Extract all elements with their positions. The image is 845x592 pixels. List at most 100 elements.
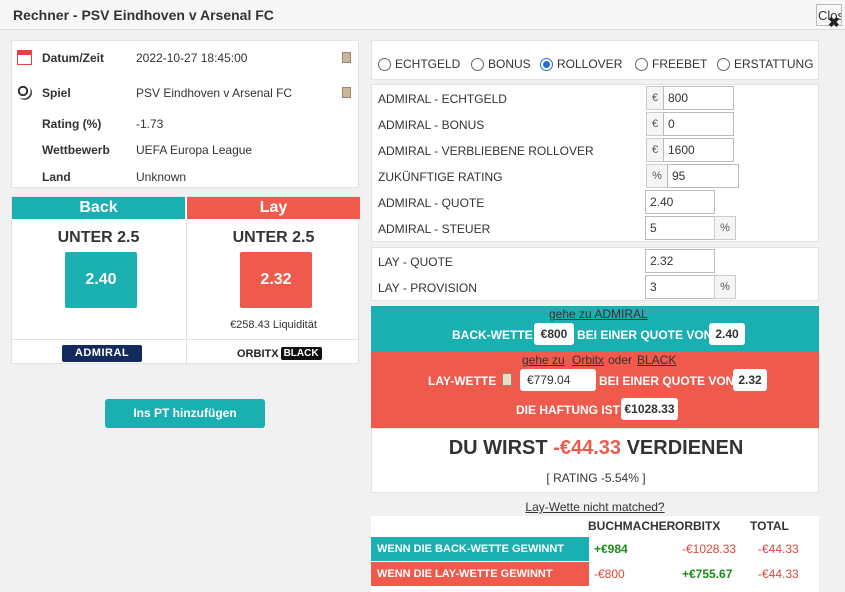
- liability-label: DIE HAFTUNG IST: [516, 403, 620, 417]
- orbitx-wordmark: ORBITX: [237, 347, 279, 360]
- back-odds[interactable]: 2.40: [65, 252, 137, 308]
- back-quote-input[interactable]: 2.40: [645, 190, 715, 214]
- back-bet-instruction: gehe zu ADMIRAL BACK-WETTE €800 BEI EINE…: [371, 306, 819, 352]
- lay-stake[interactable]: €779.04: [520, 369, 596, 391]
- radio-bonus[interactable]: BONUS: [471, 57, 531, 71]
- profit-prefix: DU WIRST: [448, 437, 548, 459]
- lay-header: Lay: [187, 197, 360, 219]
- title-bar: Rechner - PSV Eindhoven v Arsenal FC Clo…: [0, 0, 845, 30]
- row-label-lay-wins: WENN DIE LAY-WETTE GEWINNT: [371, 562, 589, 586]
- info-row-date: Datum/Zeit 2022-10-27 18:45:00: [12, 48, 360, 68]
- info-row-country: Land Unknown: [12, 167, 360, 187]
- profit-summary: DU WIRST -€44.33 VERDIENEN: [372, 437, 820, 460]
- cell-total: -€44.33: [758, 567, 799, 581]
- info-value: UEFA Europa League: [136, 143, 253, 157]
- radio-label: ECHTGELD: [395, 57, 461, 71]
- info-label: Rating (%): [42, 117, 102, 131]
- orbitx-logo[interactable]: ORBITX BLACK: [237, 345, 322, 362]
- goto-link-prefix: gehe zu: [522, 353, 565, 367]
- info-row-competition: Wettbewerb UEFA Europa League: [12, 140, 360, 160]
- copy-icon[interactable]: [342, 87, 351, 98]
- percent-addon: %: [714, 216, 736, 240]
- goto-orbitx-link[interactable]: Orbitx: [572, 353, 604, 367]
- col-header-exchange: ORBITX: [675, 519, 721, 533]
- back-stake[interactable]: €800: [534, 323, 574, 345]
- radio-label: ERSTATTUNG: [734, 57, 814, 71]
- dialog-title: Rechner - PSV Eindhoven v Arsenal FC: [13, 7, 274, 23]
- back-lay-panel: Back Lay UNTER 2.5 UNTER 2.5 2.40 2.32 €…: [11, 196, 360, 365]
- cell-bookmaker: +€984: [594, 542, 628, 556]
- cell-total: -€44.33: [758, 542, 799, 556]
- lay-form: LAY - QUOTE 2.32 LAY - PROVISION 3 %: [371, 247, 819, 301]
- lay-odds[interactable]: 2.32: [240, 252, 312, 308]
- bonus-input[interactable]: 0: [663, 112, 734, 136]
- cell-bookmaker: -€800: [594, 567, 625, 581]
- copy-icon[interactable]: [342, 52, 351, 63]
- black-badge: BLACK: [280, 347, 322, 360]
- bonus-label: ADMIRAL - BONUS: [378, 118, 485, 132]
- info-value: -1.73: [136, 117, 164, 131]
- rollover-input[interactable]: 1600: [663, 138, 734, 162]
- lay-bet-instruction: gehe zu Orbitx oder BLACK LAY-WETTE €779…: [371, 352, 819, 428]
- profit-amount: -€44.33: [553, 437, 622, 459]
- tax-input[interactable]: 5: [645, 216, 715, 240]
- back-bet-odds[interactable]: 2.40: [709, 323, 745, 345]
- admiral-logo[interactable]: ADMIRAL: [62, 345, 142, 362]
- radio-label: ROLLOVER: [557, 57, 623, 71]
- event-info-panel: Datum/Zeit 2022-10-27 18:45:00 Spiel PSV…: [11, 40, 359, 188]
- provision-input[interactable]: 3: [645, 275, 715, 299]
- divider: [12, 339, 360, 340]
- link-or: oder: [608, 353, 633, 367]
- col-header-bookmaker: BUCHMACHER: [588, 519, 676, 533]
- back-bet-prefix: BACK-WETTE: [452, 328, 533, 342]
- radio-button[interactable]: [378, 57, 391, 71]
- rollover-label: ADMIRAL - VERBLIEBENE ROLLOVER: [378, 144, 594, 158]
- result-rating: [ RATING -5.54% ]: [546, 471, 646, 485]
- info-row-rating: Rating (%) -1.73: [12, 114, 360, 134]
- echtgeld-input[interactable]: 800: [663, 86, 734, 110]
- lay-liquidity: €258.43 Liquidität: [230, 319, 317, 331]
- radio-echtgeld[interactable]: ECHTGELD: [378, 57, 460, 71]
- lay-quote-label: LAY - QUOTE: [378, 255, 453, 269]
- info-row-game: Spiel PSV Eindhoven v Arsenal FC: [12, 83, 360, 103]
- radio-rollover[interactable]: ROLLOVER: [540, 57, 622, 71]
- quote-label: ADMIRAL - QUOTE: [378, 196, 485, 210]
- currency-addon: €: [646, 138, 664, 162]
- tax-label: ADMIRAL - STEUER: [378, 222, 491, 236]
- result-panel: DU WIRST -€44.33 VERDIENEN [ RATING -5.5…: [371, 428, 819, 493]
- currency-addon: €: [646, 86, 664, 110]
- radio-button[interactable]: [717, 57, 730, 71]
- profit-suffix: VERDIENEN: [626, 437, 744, 459]
- goto-admiral-link[interactable]: gehe zu ADMIRAL: [549, 307, 648, 321]
- back-header: Back: [12, 197, 185, 219]
- radio-button-checked[interactable]: [540, 57, 553, 71]
- future-rating-input[interactable]: 95: [667, 164, 739, 188]
- calculator-dialog: Rechner - PSV Eindhoven v Arsenal FC Clo…: [0, 0, 845, 592]
- row-label-back-wins: WENN DIE BACK-WETTE GEWINNT: [371, 537, 589, 561]
- lay-bet-middle: BEI EINER QUOTE VON: [599, 374, 735, 388]
- bookmaker-form: ADMIRAL - ECHTGELD € 800 ADMIRAL - BONUS…: [371, 84, 819, 242]
- lay-not-matched-link[interactable]: Lay-Wette nicht matched?: [371, 500, 819, 514]
- echtgeld-label: ADMIRAL - ECHTGELD: [378, 92, 507, 106]
- liability-value[interactable]: €1028.33: [621, 398, 678, 420]
- clipboard-icon[interactable]: [502, 373, 512, 386]
- radio-erstattung[interactable]: ERSTATTUNG: [717, 57, 814, 71]
- lay-bet-odds[interactable]: 2.32: [733, 369, 767, 391]
- info-label: Land: [42, 170, 71, 184]
- radio-freebet[interactable]: FREEBET: [635, 57, 707, 71]
- goto-black-link[interactable]: BLACK: [637, 353, 676, 367]
- outcome-table: BUCHMACHER ORBITX TOTAL WENN DIE BACK-WE…: [371, 516, 819, 592]
- radio-button[interactable]: [635, 57, 648, 71]
- close-icon[interactable]: ✖: [828, 14, 840, 31]
- percent-addon: %: [646, 164, 668, 188]
- lay-quote-input[interactable]: 2.32: [645, 249, 715, 273]
- info-value: PSV Eindhoven v Arsenal FC: [136, 86, 293, 100]
- col-header-total: TOTAL: [750, 519, 789, 533]
- radio-button[interactable]: [471, 57, 484, 71]
- lay-market: UNTER 2.5: [232, 229, 315, 246]
- cell-exchange: +€755.67: [682, 567, 733, 581]
- add-to-pt-button[interactable]: Ins PT hinzufügen: [105, 399, 265, 428]
- info-value: Unknown: [136, 170, 187, 184]
- lay-bet-prefix: LAY-WETTE: [428, 374, 497, 388]
- info-label: Datum/Zeit: [42, 51, 105, 65]
